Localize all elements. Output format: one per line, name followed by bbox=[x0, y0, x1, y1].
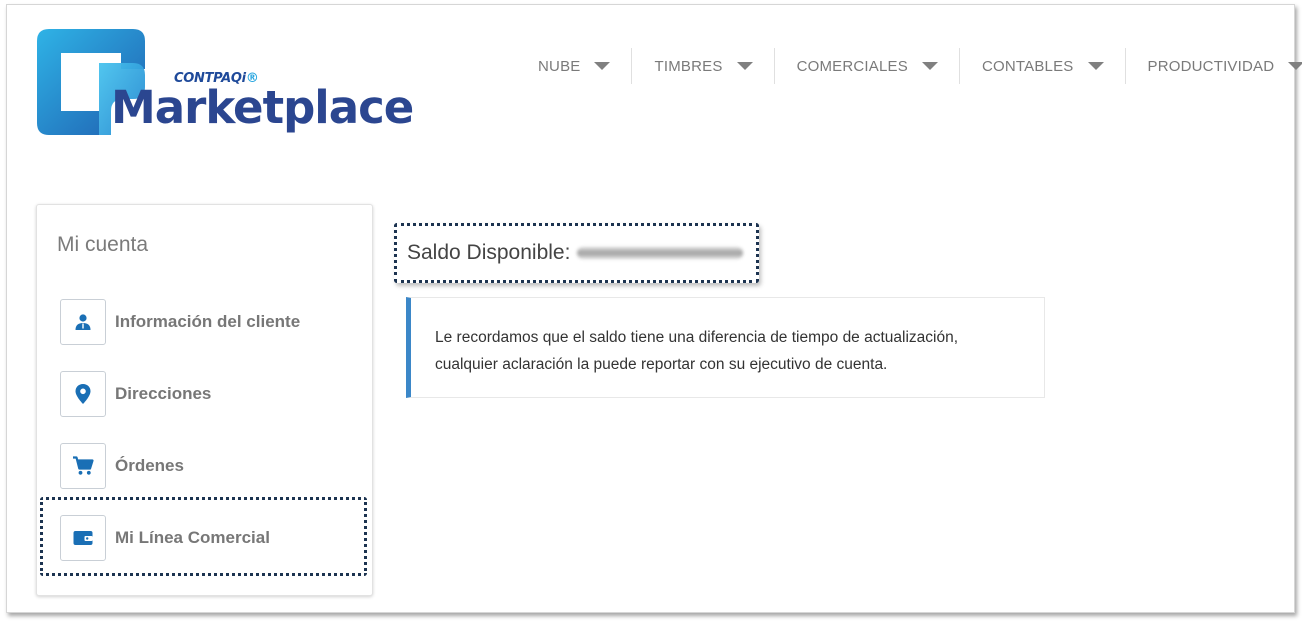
nav-item-nube[interactable]: NUBE bbox=[520, 48, 631, 84]
balance-notice: Le recordamos que el saldo tiene una dif… bbox=[406, 297, 1045, 398]
nav-item-timbres[interactable]: TIMBRES bbox=[631, 48, 773, 84]
notice-line-1: Le recordamos que el saldo tiene una dif… bbox=[435, 329, 959, 346]
sidebar-item-label: Órdenes bbox=[115, 456, 184, 475]
balance-box: Saldo Disponible: bbox=[394, 223, 759, 283]
caret-down-icon bbox=[1288, 62, 1302, 70]
caret-down-icon bbox=[594, 62, 611, 70]
nav-label: TIMBRES bbox=[654, 57, 723, 75]
caret-down-icon bbox=[921, 62, 938, 70]
nav-item-productividad[interactable]: PRODUCTIVIDAD bbox=[1124, 48, 1302, 84]
sidebar-item-label: Direcciones bbox=[115, 384, 212, 403]
account-sidebar: Mi cuenta Información del cliente Direcc… bbox=[36, 204, 373, 596]
nav-item-comerciales[interactable]: COMERCIALES bbox=[773, 48, 959, 84]
nav-label: CONTABLES bbox=[981, 57, 1074, 75]
caret-down-icon bbox=[1087, 62, 1104, 70]
map-pin-icon bbox=[60, 371, 106, 417]
nav-label: COMERCIALES bbox=[796, 57, 908, 75]
wallet-icon bbox=[60, 515, 106, 561]
user-icon bbox=[60, 299, 106, 345]
top-nav: NUBE TIMBRES COMERCIALES CONTABLES PRODU… bbox=[520, 48, 1302, 84]
caret-down-icon bbox=[736, 62, 753, 70]
sidebar-item-mi-linea-comercial[interactable]: Mi Línea Comercial bbox=[60, 515, 270, 561]
nav-label: NUBE bbox=[538, 57, 581, 75]
sidebar-item-informacion-cliente[interactable]: Información del cliente bbox=[60, 299, 300, 345]
sidebar-title: Mi cuenta bbox=[57, 233, 149, 256]
nav-label: PRODUCTIVIDAD bbox=[1147, 57, 1275, 75]
page-frame: CONTPAQi® Marketplace NUBE TIMBRES COMER… bbox=[6, 4, 1302, 613]
sidebar-item-direcciones[interactable]: Direcciones bbox=[60, 371, 211, 417]
sidebar-item-label: Mi Línea Comercial bbox=[115, 528, 270, 547]
cart-icon bbox=[60, 443, 106, 489]
sidebar-item-label: Información del cliente bbox=[115, 312, 301, 331]
marketplace-logo[interactable]: CONTPAQi® Marketplace bbox=[37, 29, 414, 144]
balance-value-redacted bbox=[577, 247, 744, 259]
nav-item-contables[interactable]: CONTABLES bbox=[958, 48, 1125, 84]
brand-name: Marketplace bbox=[111, 81, 414, 134]
notice-line-2: cualquier aclaración la puede reportar c… bbox=[435, 356, 888, 373]
balance-label: Saldo Disponible: bbox=[407, 241, 571, 264]
sidebar-item-ordenes[interactable]: Órdenes bbox=[60, 443, 184, 489]
